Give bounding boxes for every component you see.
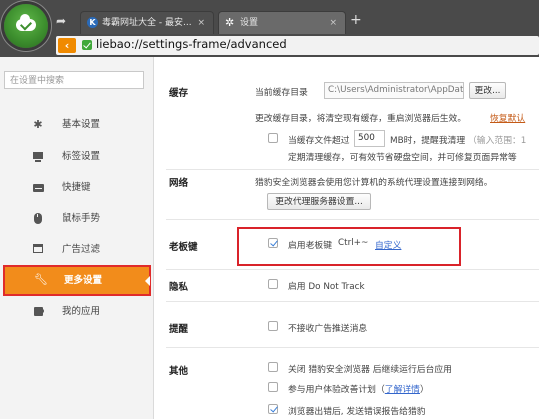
- do-not-track-checkbox[interactable]: [268, 279, 278, 289]
- section-title-network: 网络: [169, 178, 189, 189]
- tab-settings[interactable]: ✲ 设置 ×: [218, 11, 346, 34]
- new-tab-button[interactable]: +: [350, 12, 362, 28]
- divider: [166, 301, 539, 302]
- cache-dir-label: 当前缓存目录: [255, 88, 308, 98]
- network-desc: 猎豹安全浏览器会使用您计算机的系统代理设置连接到网络。: [255, 178, 493, 188]
- close-tab-icon[interactable]: ×: [197, 12, 205, 34]
- divider: [166, 169, 539, 170]
- browser-chrome: ➦ K 毒霸网址大全 - 最安... × ✲ 设置 × + ‹ liebao:/…: [0, 0, 539, 57]
- cache-note: 更改缓存目录，将清空现有缓存，重启浏览器后生效。: [255, 114, 467, 124]
- monitor-icon: [32, 151, 44, 163]
- cache-dir-field[interactable]: C:\Users\Administrator\AppData: [324, 82, 464, 99]
- divider: [166, 219, 539, 220]
- restore-default-link[interactable]: 恢复默认: [490, 111, 525, 124]
- gear-icon: ✱: [33, 118, 43, 131]
- close-tab-icon[interactable]: ×: [329, 12, 337, 34]
- error-report-label: 浏览器出错后, 发送错误报告给猎豹: [288, 407, 426, 417]
- tab-bar: ➦ K 毒霸网址大全 - 最安... × ✲ 设置 × +: [50, 8, 539, 35]
- url-text[interactable]: liebao://settings-frame/advanced: [96, 37, 287, 51]
- browser-logo-icon[interactable]: [4, 4, 48, 48]
- background-apps-label: 关闭 猎豹安全浏览器 后继续运行后台应用: [288, 365, 452, 375]
- window-icon: [32, 244, 44, 256]
- settings-main: 缓存 当前缓存目录 C:\Users\Administrator\AppData…: [154, 57, 539, 419]
- change-cache-dir-button[interactable]: 更改...: [469, 82, 506, 99]
- error-report-checkbox[interactable]: [268, 404, 278, 414]
- cache-limit-range: （输入范围：1: [468, 136, 527, 146]
- active-caret-icon: [145, 276, 150, 286]
- background-apps-checkbox[interactable]: [268, 362, 278, 372]
- section-title-cache: 缓存: [169, 88, 189, 99]
- mouse-icon: [32, 213, 44, 225]
- sidebar-item-tabs[interactable]: 标签设置: [0, 145, 153, 169]
- gear-icon: ✲: [225, 16, 235, 29]
- sidebar-item-shortcuts[interactable]: 快捷键: [0, 176, 153, 200]
- boss-key-shortcut: Ctrl+~: [338, 238, 369, 248]
- sidebar-item-label: 广告过滤: [62, 244, 101, 255]
- cache-limit-suffix: MB时，提醒我清理: [390, 136, 466, 146]
- sidebar-item-label: 我的应用: [62, 306, 101, 317]
- sidebar-item-label: 标签设置: [62, 151, 101, 162]
- settings-search-input[interactable]: 在设置中搜索: [4, 71, 144, 89]
- keyboard-icon: [32, 182, 44, 194]
- proxy-settings-button[interactable]: 更改代理服务器设置...: [267, 193, 371, 210]
- settings-sidebar: 在设置中搜索 ✱ 基本设置 标签设置 快捷键 鼠标手势 广告过滤 🔧︎ 更多设置…: [0, 57, 154, 419]
- do-not-track-label: 启用 Do Not Track: [288, 282, 365, 292]
- secure-check-icon: [82, 40, 92, 50]
- divider: [166, 347, 539, 348]
- wrench-icon: 🔧︎: [34, 273, 48, 286]
- ux-program-label: 参与用户体验改善计划（了解详情）: [288, 385, 429, 395]
- undo-arrow-icon[interactable]: ➦: [56, 14, 66, 28]
- sidebar-item-mouse-gestures[interactable]: 鼠标手势: [0, 207, 153, 231]
- cache-limit-prefix: 当缓存文件超过: [288, 136, 350, 146]
- sidebar-item-label: 更多设置: [64, 275, 103, 286]
- sidebar-item-label: 基本设置: [62, 119, 101, 130]
- back-button[interactable]: ‹: [58, 38, 76, 53]
- cache-limit-desc: 定期清理缓存，可有效节省硬盘空间，并可修复页面异常等: [288, 153, 517, 163]
- tab-hao-daquan[interactable]: K 毒霸网址大全 - 最安... ×: [80, 11, 214, 34]
- section-title-notify: 提醒: [169, 324, 189, 335]
- boss-key-checkbox[interactable]: [268, 238, 278, 248]
- tab-label: 设置: [240, 18, 259, 28]
- tab-site-icon: K: [87, 17, 98, 28]
- cache-limit-checkbox[interactable]: [268, 133, 278, 143]
- section-title-boss-key: 老板键: [169, 242, 198, 253]
- puzzle-icon: [32, 306, 44, 318]
- tab-label: 毒霸网址大全 - 最安...: [102, 18, 192, 28]
- ux-program-checkbox[interactable]: [268, 382, 278, 392]
- sidebar-item-basic[interactable]: ✱ 基本设置: [0, 113, 153, 137]
- sidebar-item-my-apps[interactable]: 我的应用: [0, 300, 153, 324]
- boss-key-label: 启用老板键: [288, 241, 332, 251]
- divider: [166, 269, 539, 270]
- sidebar-item-ad-filter[interactable]: 广告过滤: [0, 238, 153, 262]
- customize-boss-key-link[interactable]: 自定义: [375, 238, 401, 251]
- cache-limit-input[interactable]: 500: [354, 130, 385, 147]
- sidebar-item-label: 快捷键: [62, 182, 91, 193]
- section-title-other: 其他: [169, 366, 189, 377]
- sidebar-item-label: 鼠标手势: [62, 213, 101, 224]
- learn-more-link[interactable]: 了解详情: [385, 385, 420, 395]
- sidebar-item-more-settings[interactable]: 🔧︎ 更多设置: [3, 265, 151, 296]
- address-bar[interactable]: ‹ liebao://settings-frame/advanced: [56, 36, 539, 55]
- no-ad-push-label: 不接收广告推送消息: [288, 324, 368, 334]
- section-title-privacy: 隐私: [169, 282, 189, 293]
- no-ad-push-checkbox[interactable]: [268, 321, 278, 331]
